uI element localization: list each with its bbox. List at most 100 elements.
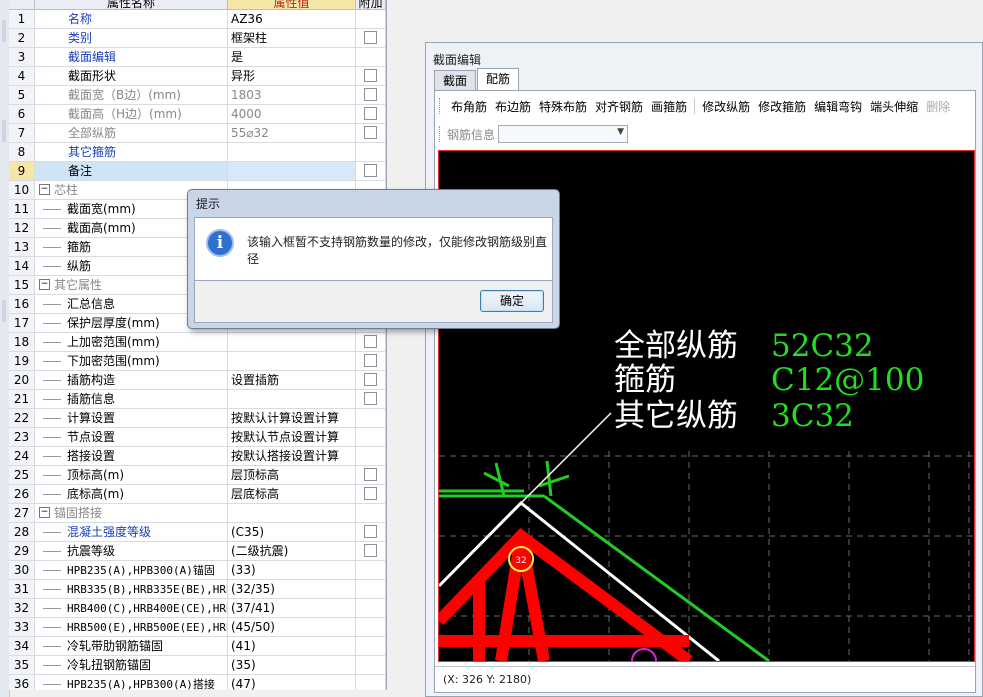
attach-checkbox[interactable]: [364, 164, 377, 177]
table-row[interactable]: 21 插筋信息: [9, 390, 386, 409]
table-row[interactable]: 36 HPB235(A),HPB300(A)搭接 (47): [9, 675, 386, 690]
property-name-cell[interactable]: 截面编辑: [35, 48, 228, 67]
table-row[interactable]: 30 HPB235(A),HPB300(A)锚固 (33): [9, 561, 386, 580]
property-value[interactable]: 设置插筋: [228, 371, 356, 390]
end-extend-button[interactable]: 端头伸缩: [870, 98, 918, 115]
property-value[interactable]: (二级抗震): [228, 542, 356, 561]
property-name-cell[interactable]: 名称: [35, 10, 228, 29]
property-value[interactable]: (47): [228, 675, 356, 690]
attach-checkbox[interactable]: [364, 335, 377, 348]
property-name-cell[interactable]: 全部纵筋: [35, 124, 228, 143]
table-row[interactable]: 26 底标高(m) 层底标高: [9, 485, 386, 504]
table-row[interactable]: 3 截面编辑 是: [9, 48, 386, 67]
attach-checkbox[interactable]: [364, 107, 377, 120]
attach-checkbox[interactable]: [364, 468, 377, 481]
header-name[interactable]: 属性名称: [35, 0, 228, 10]
property-name-cell[interactable]: − 锚固搭接: [35, 504, 228, 523]
property-value[interactable]: [228, 143, 356, 162]
property-value[interactable]: (C35): [228, 523, 356, 542]
align-rebar-button[interactable]: 对齐钢筋: [595, 98, 643, 115]
property-name-cell[interactable]: 底标高(m): [35, 485, 228, 504]
property-value[interactable]: [228, 390, 356, 409]
table-row[interactable]: 7 全部纵筋 55⌀32: [9, 124, 386, 143]
property-value[interactable]: [228, 333, 356, 352]
property-value[interactable]: 按默认计算设置计算: [228, 409, 356, 428]
property-name-cell[interactable]: 截面高（H边）(mm): [35, 105, 228, 124]
table-row[interactable]: 34 冷轧带肋钢筋锚固 (41): [9, 637, 386, 656]
property-value[interactable]: 框架柱: [228, 29, 356, 48]
property-value[interactable]: [228, 352, 356, 371]
property-value[interactable]: (45/50): [228, 618, 356, 637]
property-name-cell[interactable]: 截面宽（B边）(mm): [35, 86, 228, 105]
property-name-cell[interactable]: 计算设置: [35, 409, 228, 428]
corner-rebar-button[interactable]: 布角筋: [451, 98, 487, 115]
collapse-icon[interactable]: −: [39, 279, 50, 290]
chevron-down-icon[interactable]: ▼: [617, 127, 624, 137]
property-value[interactable]: (37/41): [228, 599, 356, 618]
table-row[interactable]: 35 冷轧扭钢筋锚固 (35): [9, 656, 386, 675]
property-value[interactable]: AZ36: [228, 10, 356, 29]
table-row[interactable]: 19 下加密范围(mm): [9, 352, 386, 371]
attach-checkbox[interactable]: [364, 88, 377, 101]
table-row[interactable]: 25 顶标高(m) 层顶标高: [9, 466, 386, 485]
property-name-cell[interactable]: HRB500(E),HRB500E(EE),HRBF: [35, 618, 228, 637]
property-name-cell[interactable]: 类别: [35, 29, 228, 48]
rebar-circle-2[interactable]: [631, 648, 657, 661]
property-value[interactable]: 是: [228, 48, 356, 67]
property-name-cell[interactable]: 节点设置: [35, 428, 228, 447]
table-row[interactable]: 5 截面宽（B边）(mm) 1803: [9, 86, 386, 105]
property-value[interactable]: 1803: [228, 86, 356, 105]
property-name-cell[interactable]: 插筋构造: [35, 371, 228, 390]
property-name-cell[interactable]: 搭接设置: [35, 447, 228, 466]
edit-hook-button[interactable]: 编辑弯钩: [814, 98, 862, 115]
property-value[interactable]: (33): [228, 561, 356, 580]
collapse-icon[interactable]: −: [39, 184, 50, 195]
property-value[interactable]: [228, 162, 356, 181]
modify-stirrup-button[interactable]: 修改箍筋: [758, 98, 806, 115]
property-value[interactable]: (35): [228, 656, 356, 675]
table-row[interactable]: 9 备注: [9, 162, 386, 181]
header-value[interactable]: 属性值: [228, 0, 356, 10]
table-row[interactable]: 29 抗震等级 (二级抗震): [9, 542, 386, 561]
property-name-cell[interactable]: 抗震等级: [35, 542, 228, 561]
attach-checkbox[interactable]: [364, 126, 377, 139]
attach-checkbox[interactable]: [364, 31, 377, 44]
property-name-cell[interactable]: 冷轧扭钢筋锚固: [35, 656, 228, 675]
collapse-icon[interactable]: −: [39, 507, 50, 518]
ok-button[interactable]: 确定: [480, 290, 544, 312]
property-name-cell[interactable]: 备注: [35, 162, 228, 181]
table-row[interactable]: 22 计算设置 按默认计算设置计算: [9, 409, 386, 428]
table-row[interactable]: 31 HRB335(B),HRB335E(BE),HRBF (32/35): [9, 580, 386, 599]
property-value[interactable]: 异形: [228, 67, 356, 86]
property-name-cell[interactable]: 插筋信息: [35, 390, 228, 409]
special-rebar-button[interactable]: 特殊布筋: [539, 98, 587, 115]
table-row[interactable]: 2 类别 框架柱: [9, 29, 386, 48]
property-name-cell[interactable]: HPB235(A),HPB300(A)搭接: [35, 675, 228, 690]
toolbar-grip[interactable]: [439, 98, 443, 114]
infobar-grip[interactable]: [439, 126, 443, 142]
header-add[interactable]: 附加: [356, 0, 386, 10]
tab-section[interactable]: 截面: [434, 70, 477, 90]
table-row[interactable]: 1 名称 AZ36: [9, 10, 386, 29]
table-row[interactable]: 33 HRB500(E),HRB500E(EE),HRBF (45/50): [9, 618, 386, 637]
table-row[interactable]: 32 HRB400(C),HRB400E(CE),HRBF (37/41): [9, 599, 386, 618]
table-row[interactable]: 28 混凝土强度等级 (C35): [9, 523, 386, 542]
tab-reinforcement[interactable]: 配筋: [477, 68, 520, 90]
property-name-cell[interactable]: 截面形状: [35, 67, 228, 86]
property-name-cell[interactable]: HPB235(A),HPB300(A)锚固: [35, 561, 228, 580]
property-value[interactable]: 层顶标高: [228, 466, 356, 485]
delete-button[interactable]: 删除: [926, 98, 950, 115]
property-name-cell[interactable]: 其它箍筋: [35, 143, 228, 162]
draw-stirrup-button[interactable]: 画箍筋: [651, 98, 687, 115]
property-name-cell[interactable]: 混凝土强度等级: [35, 523, 228, 542]
property-value[interactable]: (41): [228, 637, 356, 656]
property-value[interactable]: (32/35): [228, 580, 356, 599]
property-value[interactable]: 4000: [228, 105, 356, 124]
table-row[interactable]: 18 上加密范围(mm): [9, 333, 386, 352]
table-row[interactable]: 27− 锚固搭接: [9, 504, 386, 523]
rebar-info-combo[interactable]: ▼: [498, 125, 629, 143]
property-name-cell[interactable]: 冷轧带肋钢筋锚固: [35, 637, 228, 656]
attach-checkbox[interactable]: [364, 392, 377, 405]
property-value[interactable]: 按默认节点设置计算: [228, 428, 356, 447]
attach-checkbox[interactable]: [364, 487, 377, 500]
